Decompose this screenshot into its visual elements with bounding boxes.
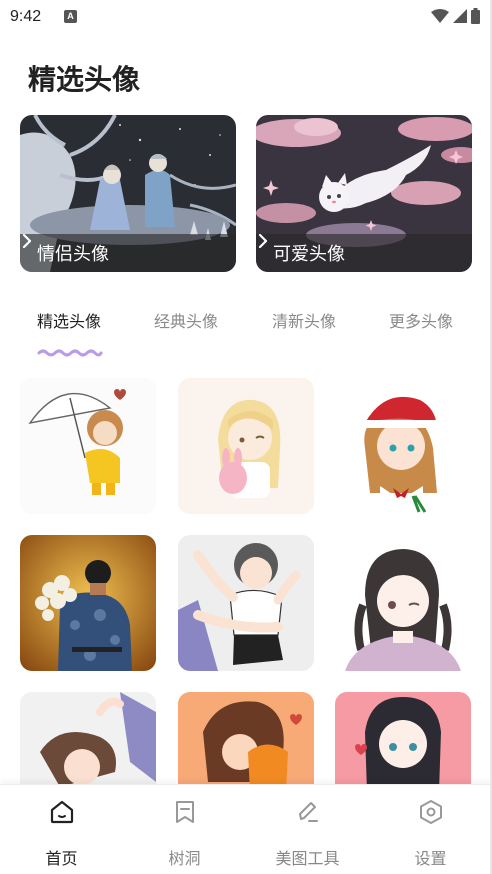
nav-settings-label: 设置 <box>414 849 447 868</box>
bookmark-icon <box>175 801 194 823</box>
avatar-christmas-girl[interactable] <box>335 378 471 514</box>
banner-couple-avatars[interactable]: 情侣头像 <box>20 115 236 272</box>
status-time: 9:42 <box>10 8 42 25</box>
avatar-hugging-couple[interactable] <box>178 535 314 671</box>
tab-fresh[interactable]: 清新头像 <box>272 308 336 332</box>
nav-tree-hole[interactable]: 树洞 <box>123 785 246 874</box>
man-flowers-image <box>20 535 156 671</box>
winking-girl-image <box>335 535 471 671</box>
avatar-umbrella-child[interactable] <box>20 378 156 514</box>
tab-classic[interactable]: 经典头像 <box>154 308 218 332</box>
banner-caption: 情侣头像 <box>20 234 236 272</box>
signal-icon <box>453 9 467 23</box>
chevron-right-icon <box>22 234 32 248</box>
avatar-blonde-girl-bunny[interactable] <box>178 378 314 514</box>
nav-tree-hole-label: 树洞 <box>168 849 201 868</box>
banner-cute-avatars[interactable]: 可爱头像 <box>256 115 472 272</box>
blonde-girl-image <box>178 378 314 514</box>
category-tabs: 精选头像 经典头像 清新头像 更多头像 <box>0 308 492 358</box>
nav-photo-tools[interactable]: 美图工具 <box>246 785 369 874</box>
banner-label: 可爱头像 <box>273 244 345 265</box>
tab-more[interactable]: 更多头像 <box>389 308 453 332</box>
avatar-winking-girl[interactable] <box>335 535 471 671</box>
tab-featured[interactable]: 精选头像 <box>37 308 101 332</box>
settings-hexagon-icon <box>419 800 442 824</box>
bottom-nav: 首页 树洞 美图工具 设置 <box>0 784 492 874</box>
umbrella-child-image <box>20 378 156 514</box>
status-icons <box>431 8 480 24</box>
nav-settings[interactable]: 设置 <box>369 785 492 874</box>
nav-photo-tools-label: 美图工具 <box>275 849 340 868</box>
status-bar: 9:42 A <box>0 0 492 34</box>
wifi-icon <box>431 9 449 23</box>
banner-label: 情侣头像 <box>37 244 109 265</box>
avatar-man-flowers[interactable] <box>20 535 156 671</box>
nav-home-label: 首页 <box>45 849 78 868</box>
christmas-girl-image <box>335 378 471 514</box>
tab-active-indicator <box>37 349 103 357</box>
banner-caption: 可爱头像 <box>256 234 472 272</box>
home-icon <box>50 800 73 824</box>
battery-icon <box>471 8 480 24</box>
notification-icon: A <box>64 10 77 23</box>
page-title: 精选头像 <box>28 63 141 96</box>
hugging-couple-image <box>178 535 314 671</box>
nav-home[interactable]: 首页 <box>0 785 123 874</box>
pen-icon <box>298 802 318 822</box>
chevron-right-icon <box>258 234 268 248</box>
